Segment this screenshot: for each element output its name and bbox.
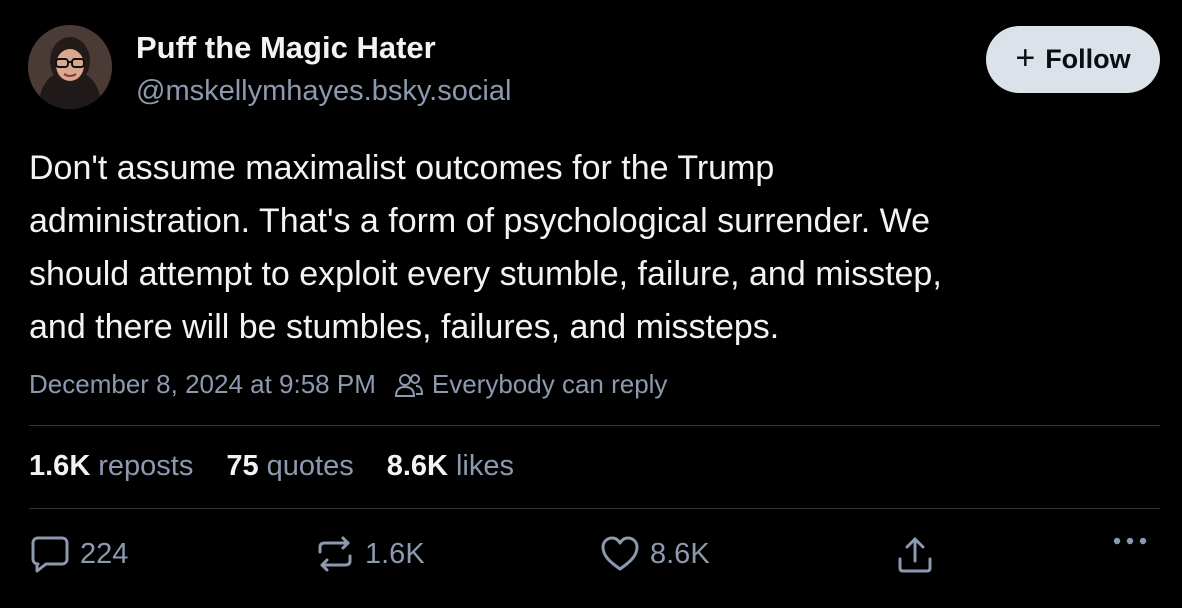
post-text-line: Don't assume maximalist outcomes for the… [29, 149, 775, 187]
post-text-line: administration. That's a form of psychol… [29, 202, 930, 240]
repost-icon [315, 535, 355, 573]
follow-button-label: Follow [1045, 44, 1131, 74]
more-icon [1112, 535, 1148, 547]
like-count: 8.6K [650, 537, 710, 570]
author-display-name[interactable]: Puff the Magic Hater [136, 30, 436, 66]
divider [29, 508, 1160, 509]
post-text: Don't assume maximalist outcomes for the… [29, 142, 1159, 354]
divider [29, 425, 1160, 426]
comment-icon [30, 535, 70, 573]
quotes-count: 75 [226, 450, 259, 482]
likes-label: likes [455, 450, 514, 482]
share-button[interactable] [895, 535, 935, 575]
avatar-image [28, 25, 112, 109]
follow-button[interactable]: + Follow [986, 26, 1160, 93]
post-timestamp: December 8, 2024 at 9:58 PM [29, 369, 376, 399]
repost-count: 1.6K [365, 537, 425, 570]
avatar[interactable] [28, 25, 112, 109]
like-button[interactable]: 8.6K [600, 535, 710, 573]
plus-icon: + [1015, 39, 1036, 77]
reposts-label: reposts [98, 450, 194, 482]
reply-setting-label: Everybody can reply [431, 369, 668, 399]
more-options-button[interactable] [1112, 535, 1148, 547]
likes-count: 8.6K [386, 450, 448, 482]
quotes-label: quotes [266, 450, 354, 482]
post-text-line: should attempt to exploit every stumble,… [29, 255, 942, 293]
reply-setting[interactable]: Everybody can reply [394, 369, 668, 400]
reply-count: 224 [80, 537, 129, 570]
post-thread: Puff the Magic Hater @mskellymhayes.bsky… [0, 0, 1182, 608]
post-text-line: and there will be stumbles, failures, an… [29, 308, 780, 346]
author-handle[interactable]: @mskellymhayes.bsky.social [136, 75, 511, 108]
likes-stat[interactable]: 8.6K likes [387, 450, 514, 483]
repost-button[interactable]: 1.6K [315, 535, 425, 573]
reply-button[interactable]: 224 [30, 535, 128, 573]
share-icon [895, 535, 935, 575]
post-meta: December 8, 2024 at 9:58 PM Everybody ca… [29, 369, 667, 400]
people-icon [394, 372, 424, 398]
reposts-stat[interactable]: 1.6K reposts [29, 450, 193, 483]
heart-icon [600, 535, 640, 573]
reposts-count: 1.6K [29, 450, 91, 482]
quotes-stat[interactable]: 75 quotes [226, 450, 353, 483]
post-stats: 1.6K reposts 75 quotes 8.6K likes [29, 450, 547, 483]
